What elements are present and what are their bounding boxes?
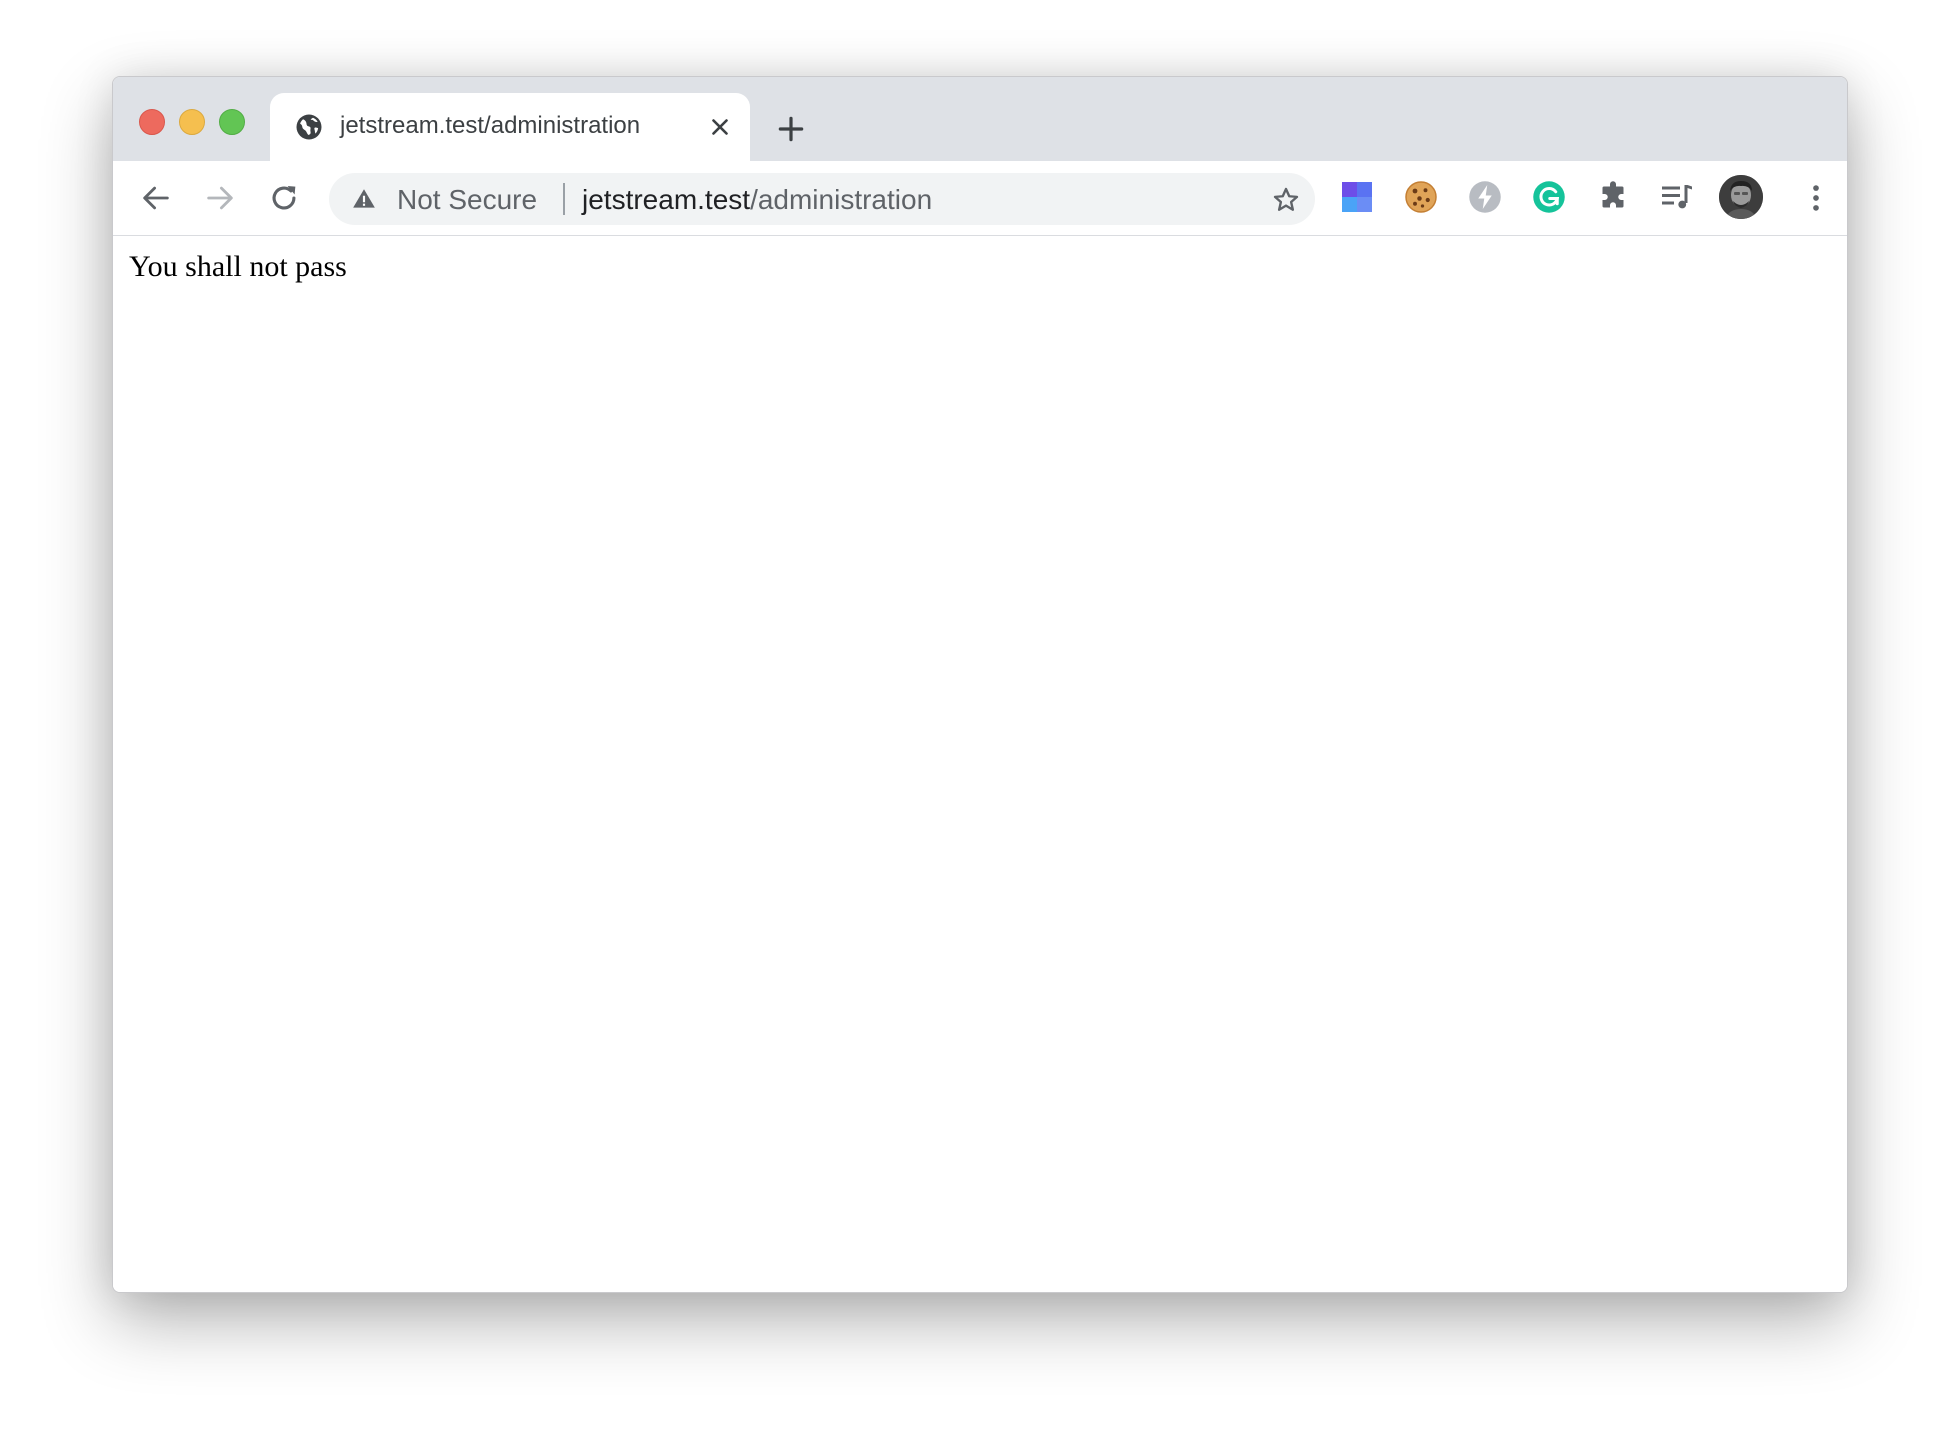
url-path: /administration <box>750 184 933 215</box>
title-bar: jetstream.test/administration <box>113 77 1847 161</box>
warning-triangle-icon[interactable] <box>351 186 377 212</box>
active-tab[interactable]: jetstream.test/administration <box>270 93 750 161</box>
close-icon[interactable] <box>707 114 733 140</box>
toolbar: Not Secure jetstream.test/administration <box>113 161 1847 236</box>
url-host: jetstream.test <box>582 184 751 215</box>
security-label[interactable]: Not Secure <box>397 184 537 216</box>
puzzle-extensions-icon[interactable] <box>1595 179 1631 215</box>
cookie-extension-icon[interactable] <box>1403 179 1439 215</box>
omnibox-divider <box>563 183 565 215</box>
globe-icon <box>294 112 324 142</box>
star-outline-icon[interactable] <box>1271 185 1301 215</box>
page-message: You shall not pass <box>129 250 347 283</box>
kebab-menu-icon[interactable] <box>1799 181 1833 215</box>
plus-icon[interactable] <box>775 113 807 145</box>
media-queue-icon[interactable] <box>1659 179 1695 215</box>
url-text[interactable]: jetstream.test/administration <box>582 184 932 216</box>
reload-icon[interactable] <box>267 181 301 215</box>
arrow-left-icon[interactable] <box>139 181 173 215</box>
window-minimize-button[interactable] <box>179 109 205 135</box>
address-bar[interactable]: Not Secure jetstream.test/administration <box>329 173 1315 225</box>
arrow-right-icon[interactable] <box>203 181 237 215</box>
bolt-extension-icon[interactable] <box>1467 179 1503 215</box>
grammarly-extension-icon[interactable] <box>1531 179 1567 215</box>
avatar[interactable] <box>1719 175 1763 219</box>
grid-extension-icon[interactable] <box>1339 179 1375 215</box>
window-maximize-button[interactable] <box>219 109 245 135</box>
window-close-button[interactable] <box>139 109 165 135</box>
tab-title: jetstream.test/administration <box>340 112 641 139</box>
page-content: You shall not pass <box>113 236 1847 1292</box>
browser-window: jetstream.test/administration Not Secure… <box>112 76 1848 1293</box>
